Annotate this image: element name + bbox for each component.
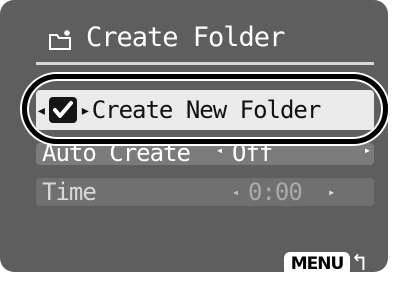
new-folder-icon	[48, 27, 74, 50]
right-arrow-icon[interactable]: ▸	[328, 178, 335, 206]
page-title: Create Folder	[86, 22, 285, 53]
setting-value: Off	[232, 143, 273, 165]
header-divider	[36, 62, 374, 65]
menu-item-auto-create[interactable]: Auto Create ◂ Off ▸	[36, 143, 374, 165]
menu-header: Create Folder	[48, 22, 285, 53]
menu-button[interactable]: MENU	[284, 252, 350, 272]
right-arrow-icon[interactable]: ▸	[364, 143, 371, 157]
highlight-oval	[22, 74, 388, 144]
setting-value: 0:00	[248, 178, 303, 206]
menu-item-time[interactable]: Time ◂ 0:00 ▸	[36, 178, 374, 206]
menu-item-label: Auto Create	[42, 143, 191, 165]
left-arrow-icon[interactable]: ◂	[232, 178, 239, 206]
menu-item-label: Time	[42, 178, 97, 206]
back-icon: ↰	[352, 248, 367, 272]
left-arrow-icon[interactable]: ◂	[216, 143, 223, 157]
